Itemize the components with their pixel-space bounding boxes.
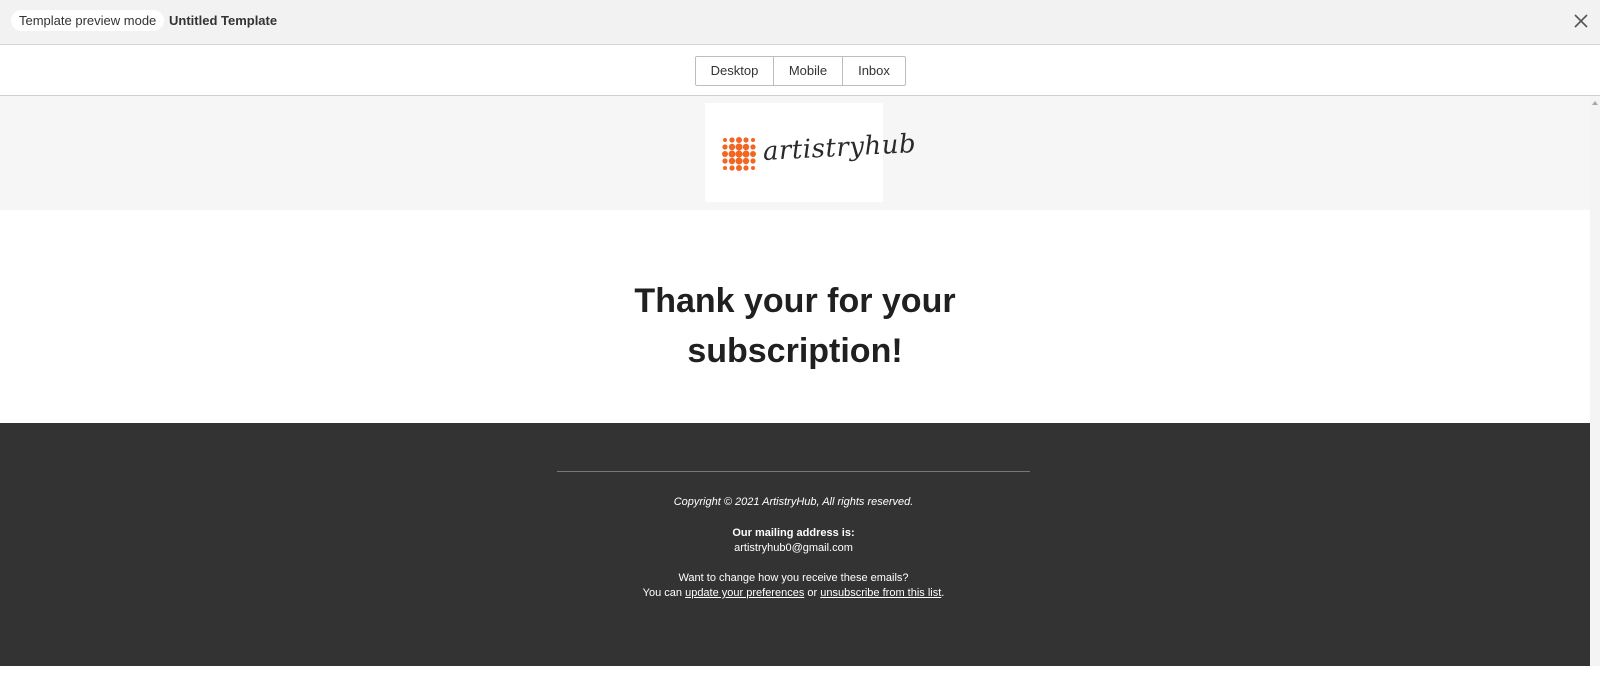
preview-scrollbar[interactable] (1590, 96, 1600, 666)
close-button[interactable] (1571, 11, 1591, 31)
headline-line-2: subscription! (687, 332, 903, 370)
footer-divider (557, 471, 1030, 472)
email-preview: artistryhub Thank your for your subscrip… (0, 96, 1590, 666)
preferences-line: You can update your preferences or unsub… (557, 586, 1030, 601)
or-text: or (804, 587, 821, 599)
email-header: artistryhub (0, 96, 1590, 210)
preferences-question: Want to change how you receive these ema… (678, 572, 909, 584)
scroll-up-icon[interactable] (1592, 101, 1598, 105)
email-hero: Thank your for your subscription! (0, 210, 1590, 423)
view-toggle-group: Desktop Mobile Inbox (695, 56, 906, 86)
email-footer: Copyright © 2021 ArtistryHub, All rights… (0, 423, 1590, 666)
close-icon (1574, 14, 1588, 28)
view-desktop-button[interactable]: Desktop (696, 57, 774, 85)
unsubscribe-link[interactable]: unsubscribe from this list (820, 587, 941, 599)
headline: Thank your for your subscription! (595, 276, 995, 376)
view-mobile-button[interactable]: Mobile (774, 57, 843, 85)
view-inbox-button[interactable]: Inbox (843, 57, 905, 85)
update-preferences-link[interactable]: update your preferences (685, 587, 804, 599)
period-text: . (941, 587, 945, 599)
mailing-address: artistryhub0@gmail.com (734, 542, 853, 554)
copyright-text: Copyright © 2021 ArtistryHub, All rights… (673, 496, 914, 508)
view-switcher-bar: Desktop Mobile Inbox (0, 45, 1600, 96)
top-bar: Template preview mode Untitled Template (0, 0, 1600, 45)
logo-dots-icon (722, 137, 756, 171)
mailing-address-label: Our mailing address is: (732, 527, 855, 539)
logo-wordmark: artistryhub (762, 129, 917, 167)
brand-logo: artistryhub (705, 103, 917, 202)
preview-mode-badge: Template preview mode (11, 10, 165, 31)
template-name: Untitled Template (169, 13, 278, 28)
you-can-text: You can (642, 587, 686, 599)
headline-line-1: Thank your for your (634, 282, 956, 320)
